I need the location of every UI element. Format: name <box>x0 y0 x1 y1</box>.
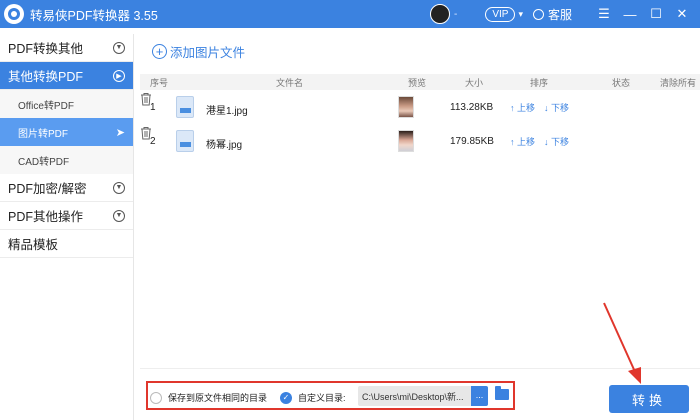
browse-path-button[interactable]: ... <box>471 386 488 406</box>
col-header-size: 大小 <box>465 78 484 88</box>
maximize-button[interactable]: ☐ <box>644 0 668 28</box>
table-row[interactable]: 1 港星1.jpg 113.28KB ↑ 上移 ↓ 下移 <box>140 92 700 124</box>
output-path-input[interactable] <box>358 386 487 406</box>
image-preview-thumbnail[interactable] <box>398 96 414 118</box>
selected-arrow-icon: ➤ <box>115 126 125 139</box>
close-button[interactable]: ✕ <box>670 0 694 28</box>
row-filename: 杨幂.jpg <box>206 140 243 151</box>
menu-button[interactable]: ☰ <box>592 0 616 28</box>
chevron-down-icon: ▼ <box>113 209 125 222</box>
move-up-button[interactable]: ↑ 上移 <box>510 101 535 114</box>
convert-button[interactable]: 转换 <box>609 385 689 413</box>
minimize-button[interactable]: — <box>618 0 642 28</box>
sidebar-group-label: PDF转换其他 <box>8 42 84 56</box>
vip-dropdown-icon[interactable]: ▾ <box>518 9 523 20</box>
chevron-down-icon: ▼ <box>113 41 125 54</box>
chat-icon <box>532 8 544 20</box>
customer-service-button[interactable]: 客服 <box>532 6 572 23</box>
move-up-button[interactable]: ↑ 上移 <box>510 135 535 148</box>
custom-dir-option[interactable]: ✓ 自定义目录: <box>280 391 346 404</box>
sidebar-item-image-to-pdf[interactable]: 图片转PDF ➤ <box>0 118 133 146</box>
app-logo-icon <box>4 4 24 24</box>
plus-circle-icon: + <box>152 44 167 59</box>
user-avatar[interactable] <box>429 4 450 24</box>
row-filename: 港星1.jpg <box>206 106 248 117</box>
sidebar-group-other-to-pdf[interactable]: 其他转换PDF ▶ <box>0 62 133 90</box>
jpg-file-icon <box>176 130 194 152</box>
image-preview-thumbnail[interactable] <box>398 130 414 152</box>
col-header-order: 排序 <box>530 78 549 88</box>
main-panel: + 添加图片文件 序号 文件名 预览 大小 排序 状态 清除所有 1 港星1.j… <box>140 34 700 420</box>
custom-dir-label: 自定义目录: <box>298 393 346 403</box>
add-image-file-label: 添加图片文件 <box>170 46 246 60</box>
row-index: 1 <box>150 102 156 113</box>
clear-all-link[interactable]: 清除所有 <box>660 76 696 89</box>
col-header-preview: 预览 <box>408 78 427 88</box>
sidebar-group-templates[interactable]: 精品模板 <box>0 230 133 258</box>
add-image-file-button[interactable]: + 添加图片文件 <box>152 42 245 61</box>
sidebar-group-label: 其他转换PDF <box>8 70 84 84</box>
jpg-file-icon <box>176 96 194 118</box>
sidebar: PDF转换其他 ▼ 其他转换PDF ▶ Office转PDF 图片转PDF ➤ … <box>0 34 134 420</box>
sidebar-group-label: PDF其他操作 <box>8 210 84 224</box>
app-title: 转易侠PDF转换器 3.55 <box>30 8 158 23</box>
row-index: 2 <box>150 136 156 147</box>
chevron-right-icon: ▶ <box>113 69 125 82</box>
sidebar-group-pdf-to-other[interactable]: PDF转换其他 ▼ <box>0 34 133 62</box>
sidebar-item-label: 图片转PDF <box>18 128 68 140</box>
customer-service-label: 客服 <box>547 7 572 22</box>
title-bar: 转易侠PDF转换器 3.55 - VIP ▾ 客服 ☰ — ☐ ✕ <box>0 0 700 28</box>
sidebar-group-label: 精品模板 <box>8 238 59 252</box>
user-name[interactable]: - <box>454 9 457 20</box>
save-same-dir-label: 保存到原文件相同的目录 <box>168 393 268 403</box>
table-row[interactable]: 2 杨幂.jpg 179.85KB ↑ 上移 ↓ 下移 <box>140 126 700 158</box>
radio-unchecked-icon[interactable] <box>150 391 162 404</box>
sidebar-item-label: Office转PDF <box>18 100 74 112</box>
col-header-status: 状态 <box>612 78 631 88</box>
save-same-dir-option[interactable]: 保存到原文件相同的目录 <box>150 391 267 404</box>
sidebar-group-pdf-other-ops[interactable]: PDF其他操作 ▼ <box>0 202 133 230</box>
sidebar-item-office-to-pdf[interactable]: Office转PDF <box>0 90 133 118</box>
sidebar-item-label: CAD转PDF <box>18 156 70 168</box>
vip-badge[interactable]: VIP <box>485 6 516 22</box>
row-size: 179.85KB <box>450 136 494 147</box>
output-settings-bar: 保存到原文件相同的目录 ✓ 自定义目录: ... 转换 <box>140 368 700 420</box>
move-down-button[interactable]: ↓ 下移 <box>544 101 569 114</box>
sidebar-group-pdf-encrypt[interactable]: PDF加密/解密 ▼ <box>0 174 133 202</box>
chevron-down-icon: ▼ <box>113 181 125 194</box>
sidebar-group-label: PDF加密/解密 <box>8 182 87 196</box>
row-size: 113.28KB <box>450 102 494 113</box>
col-header-filename: 文件名 <box>276 78 304 88</box>
sidebar-item-cad-to-pdf[interactable]: CAD转PDF <box>0 146 133 174</box>
move-down-button[interactable]: ↓ 下移 <box>544 135 569 148</box>
folder-open-icon[interactable] <box>495 386 509 400</box>
table-header: 序号 文件名 预览 大小 排序 状态 清除所有 <box>140 74 700 90</box>
radio-checked-icon[interactable]: ✓ <box>280 391 292 404</box>
col-header-index: 序号 <box>150 78 169 88</box>
